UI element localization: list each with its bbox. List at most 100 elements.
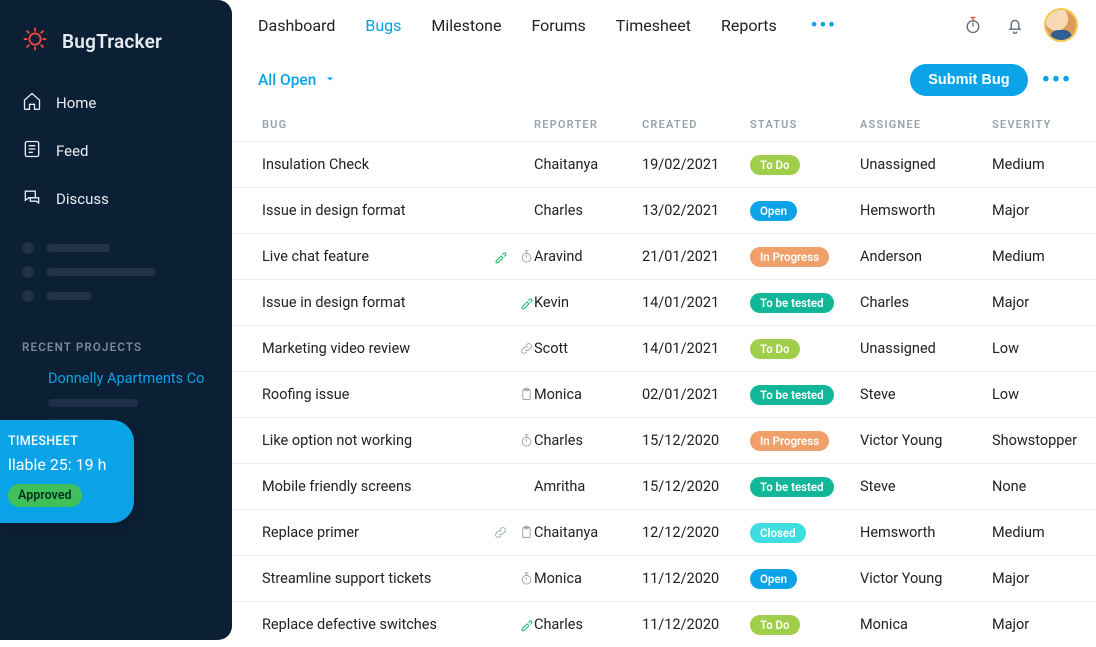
bug-cell: Streamline support tickets xyxy=(262,570,534,587)
filter-dropdown[interactable]: All Open xyxy=(258,71,336,89)
reporter-cell: Scott xyxy=(534,340,642,357)
status-pill: In Progress xyxy=(750,431,829,451)
table-row[interactable]: Replace defective switchesCharles11/12/2… xyxy=(232,601,1096,647)
table-row[interactable]: Issue in design format Kevin14/01/2021To … xyxy=(232,279,1096,325)
status-pill: To Do xyxy=(750,339,800,359)
bug-title: Issue in design format xyxy=(262,294,508,311)
table-row[interactable]: Like option not working Charles15/12/2020… xyxy=(232,417,1096,463)
table-row[interactable]: Marketing video reviewScott14/01/2021To … xyxy=(232,325,1096,371)
sidebar-item-discuss[interactable]: Discuss xyxy=(0,178,232,220)
filter-bar: All Open Submit Bug ••• xyxy=(232,52,1096,112)
recent-projects-label: RECENT PROJECTS xyxy=(0,302,232,364)
table-row[interactable]: Issue in design formatCharles13/02/2021O… xyxy=(232,187,1096,233)
stopwatch-icon xyxy=(518,249,534,265)
bug-title: Issue in design format xyxy=(262,202,534,219)
severity-cell: None xyxy=(992,478,1096,495)
th-assignee: ASSIGNEE xyxy=(860,118,992,131)
reporter-cell: Charles xyxy=(534,432,642,449)
reporter-cell: Monica xyxy=(534,570,642,587)
table-row[interactable]: Replace primerChaitanya12/12/2020ClosedH… xyxy=(232,509,1096,555)
sidebar-item-home[interactable]: Home xyxy=(0,82,232,124)
bugs-table: BUG REPORTER CREATED STATUS ASSIGNEE SEV… xyxy=(232,112,1096,647)
created-cell: 11/12/2020 xyxy=(642,616,750,633)
assignee-cell: Hemsworth xyxy=(860,202,992,219)
severity-cell: Major xyxy=(992,202,1096,219)
severity-cell: Major xyxy=(992,570,1096,587)
top-tabs: Dashboard Bugs Milestone Forums Timeshee… xyxy=(258,12,950,39)
tab-milestone[interactable]: Milestone xyxy=(431,12,501,39)
probe-icon xyxy=(492,249,508,265)
sidebar-item-label: Home xyxy=(56,94,96,112)
stopwatch-icon xyxy=(518,571,534,587)
status-cell: To Do xyxy=(750,615,860,635)
status-cell: To be tested xyxy=(750,293,860,313)
sidebar-item-label: Discuss xyxy=(56,190,109,208)
status-cell: Closed xyxy=(750,523,860,543)
th-status: STATUS xyxy=(750,118,860,131)
bug-cell: Insulation Check xyxy=(262,156,534,173)
link-icon xyxy=(492,525,508,541)
severity-cell: Medium xyxy=(992,248,1096,265)
table-row[interactable]: Streamline support ticketsMonica11/12/20… xyxy=(232,555,1096,601)
tab-forums[interactable]: Forums xyxy=(531,12,585,39)
tab-bugs[interactable]: Bugs xyxy=(365,12,401,39)
tabs-more-icon[interactable]: ••• xyxy=(807,15,841,36)
table-row[interactable]: Mobile friendly screensAmritha15/12/2020… xyxy=(232,463,1096,509)
tab-dashboard[interactable]: Dashboard xyxy=(258,12,335,39)
list-more-icon[interactable]: ••• xyxy=(1042,68,1072,93)
sidebar-item-feed[interactable]: Feed xyxy=(0,130,232,172)
user-avatar[interactable] xyxy=(1046,10,1076,40)
bug-title: Roofing issue xyxy=(262,386,508,403)
status-cell: Open xyxy=(750,201,860,221)
project-placeholder xyxy=(48,399,138,407)
table-row[interactable]: Roofing issueMonica02/01/2021To be teste… xyxy=(232,371,1096,417)
status-cell: To Do xyxy=(750,155,860,175)
tab-timesheet[interactable]: Timesheet xyxy=(616,12,691,39)
sidebar-item-label: Feed xyxy=(56,142,89,160)
severity-cell: Major xyxy=(992,294,1096,311)
created-cell: 14/01/2021 xyxy=(642,340,750,357)
status-pill: Open xyxy=(750,201,797,221)
th-created: CREATED xyxy=(642,118,750,131)
link-icon xyxy=(518,341,534,357)
bug-cell: Like option not working xyxy=(262,432,534,449)
tab-reports[interactable]: Reports xyxy=(721,12,777,39)
bug-cell: Replace primer xyxy=(262,524,534,541)
table-header: BUG REPORTER CREATED STATUS ASSIGNEE SEV… xyxy=(232,112,1096,141)
created-cell: 15/12/2020 xyxy=(642,432,750,449)
topbar: Dashboard Bugs Milestone Forums Timeshee… xyxy=(232,0,1096,52)
bug-title: Mobile friendly screens xyxy=(262,478,534,495)
assignee-cell: Steve xyxy=(860,478,992,495)
status-cell: Open xyxy=(750,569,860,589)
reporter-cell: Charles xyxy=(534,616,642,633)
timesheet-card[interactable]: TIMESHEET llable 25: 19 h Approved xyxy=(0,420,134,523)
feed-icon xyxy=(22,139,42,163)
project-item[interactable]: Donnelly Apartments Co xyxy=(0,364,232,393)
bug-cell: Marketing video review xyxy=(262,340,534,357)
severity-cell: Medium xyxy=(992,156,1096,173)
assignee-cell: Victor Young xyxy=(860,570,992,587)
created-cell: 14/01/2021 xyxy=(642,294,750,311)
bug-title: Like option not working xyxy=(262,432,508,449)
th-severity: SEVERITY xyxy=(992,118,1096,131)
status-cell: To be tested xyxy=(750,477,860,497)
timesheet-time: llable 25: 19 h xyxy=(8,455,120,474)
status-pill: To be tested xyxy=(750,293,834,313)
created-cell: 15/12/2020 xyxy=(642,478,750,495)
status-cell: To be tested xyxy=(750,385,860,405)
brand-name: BugTracker xyxy=(62,30,162,53)
table-row[interactable]: Insulation CheckChaitanya19/02/2021To Do… xyxy=(232,141,1096,187)
status-cell: In Progress xyxy=(750,247,860,267)
status-pill: To be tested xyxy=(750,385,834,405)
submit-bug-button[interactable]: Submit Bug xyxy=(910,64,1027,96)
filter-label: All Open xyxy=(258,71,316,89)
bell-icon[interactable] xyxy=(1004,14,1026,36)
brand: BugTracker xyxy=(0,0,232,82)
reporter-cell: Kevin xyxy=(534,294,642,311)
status-cell: To Do xyxy=(750,339,860,359)
timer-icon[interactable] xyxy=(962,14,984,36)
probe-icon xyxy=(518,617,534,633)
sidebar-placeholder xyxy=(0,232,232,302)
timesheet-status-pill: Approved xyxy=(8,484,82,507)
table-row[interactable]: Live chat featureAravind21/01/2021In Pro… xyxy=(232,233,1096,279)
